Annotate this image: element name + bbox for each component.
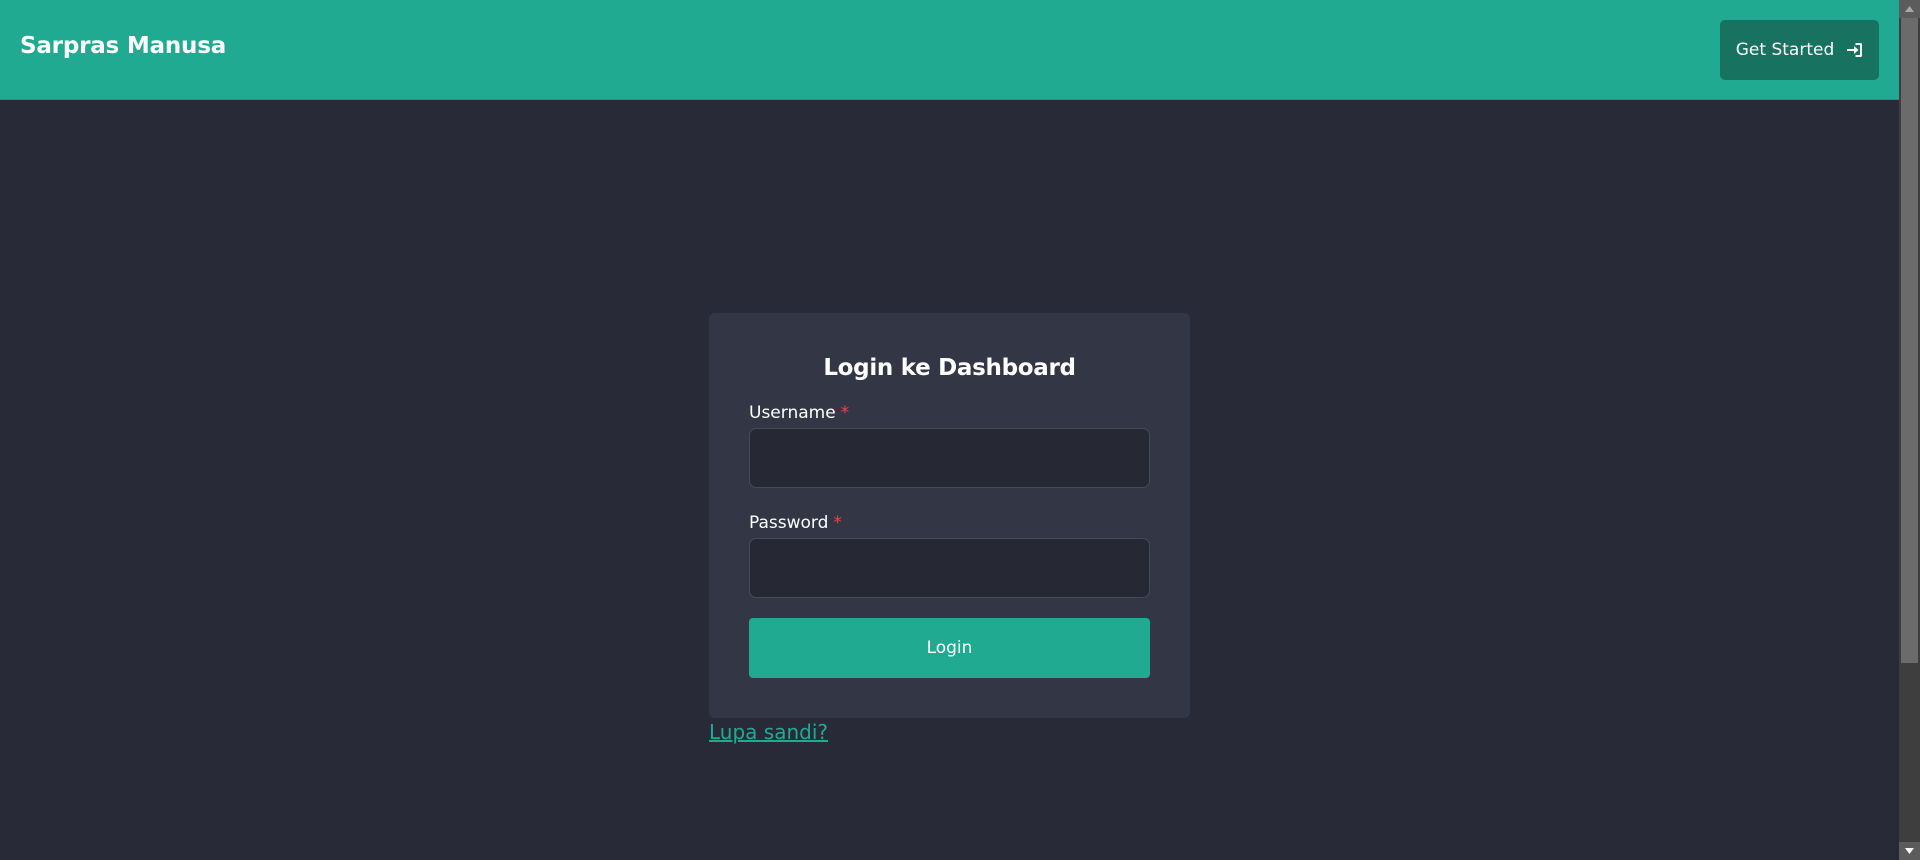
required-asterisk: * bbox=[833, 513, 842, 533]
password-label: Password * bbox=[749, 513, 842, 533]
login-card: Login ke Dashboard Username * Password * L… bbox=[709, 313, 1190, 718]
username-label-text: Username bbox=[749, 403, 836, 423]
required-asterisk: * bbox=[840, 403, 850, 423]
triangle-up-icon bbox=[1905, 6, 1914, 12]
login-title: Login ke Dashboard bbox=[823, 355, 1076, 381]
brand-title: Sarpras Manusa bbox=[20, 33, 227, 59]
get-started-button[interactable]: Get Started bbox=[1720, 20, 1879, 80]
triangle-down-icon bbox=[1905, 848, 1914, 854]
main-area: Sarpras Manusa Get Started Login ke Dash… bbox=[0, 0, 1899, 860]
login-button[interactable]: Login bbox=[749, 618, 1150, 678]
username-label: Username * bbox=[749, 403, 849, 423]
vertical-scrollbar[interactable] bbox=[1899, 0, 1920, 860]
username-input[interactable] bbox=[749, 428, 1150, 488]
navbar: Sarpras Manusa Get Started bbox=[0, 0, 1899, 100]
page: Sarpras Manusa Get Started Login ke Dash… bbox=[0, 0, 1920, 860]
sign-in-icon bbox=[1847, 43, 1863, 57]
get-started-label: Get Started bbox=[1735, 40, 1835, 60]
scroll-down-arrow-icon[interactable] bbox=[1899, 842, 1920, 860]
password-input[interactable] bbox=[749, 538, 1150, 598]
scrollbar-thumb[interactable] bbox=[1901, 18, 1918, 663]
scroll-up-arrow-icon[interactable] bbox=[1899, 0, 1920, 18]
password-label-text: Password bbox=[749, 513, 829, 533]
forgot-password-link[interactable]: Lupa sandi? bbox=[709, 720, 828, 744]
